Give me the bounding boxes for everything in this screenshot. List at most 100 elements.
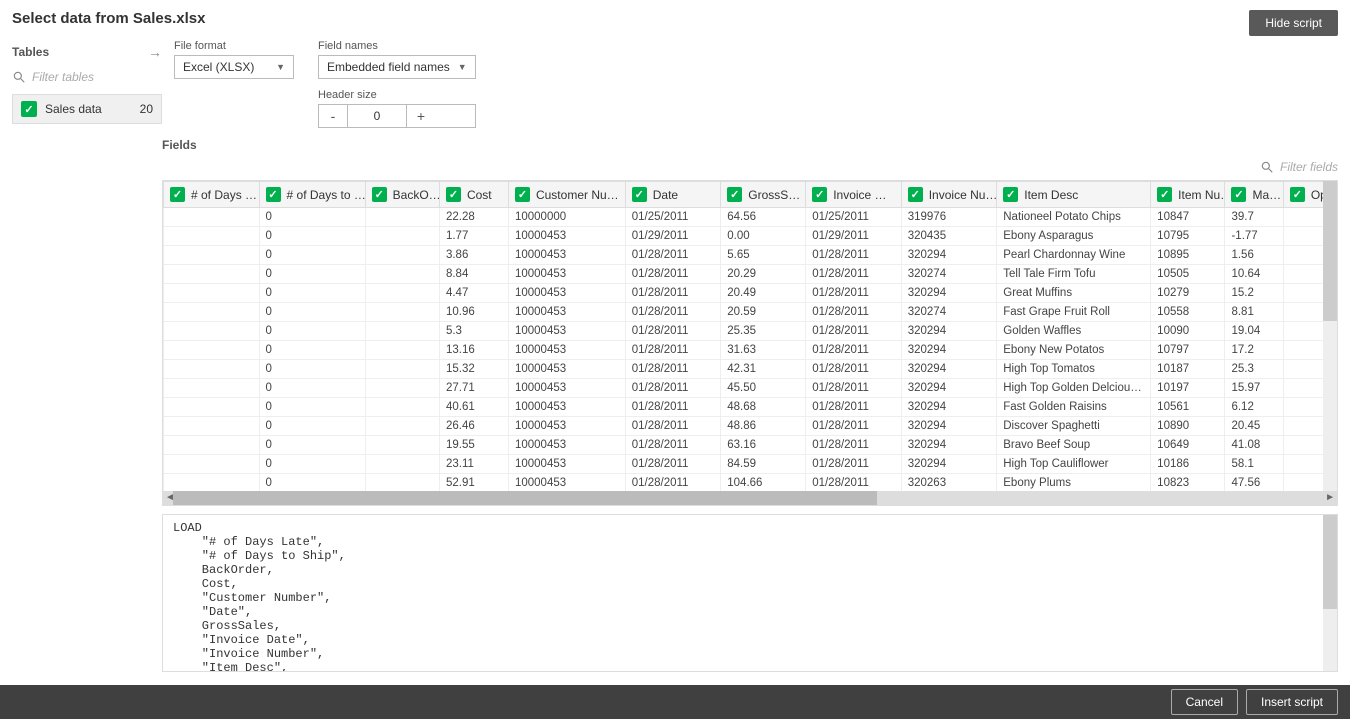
check-icon[interactable] [1290, 187, 1305, 202]
cell: Ebony Asparagus [997, 227, 1151, 246]
filter-tables-input[interactable]: Filter tables [12, 70, 162, 84]
cell: High Top Tomatos [997, 360, 1151, 379]
table-row[interactable]: 04.471000045301/28/201120.4901/28/201132… [164, 284, 1337, 303]
check-icon[interactable] [1157, 187, 1172, 202]
cell: 0.00 [721, 227, 806, 246]
grid-scroll[interactable]: # of Days …# of Days to … BackO…CostCusto… [163, 181, 1337, 491]
field-names-select[interactable]: Embedded field names ▼ [318, 55, 476, 79]
file-format-select[interactable]: Excel (XLSX) ▼ [174, 55, 294, 79]
table-row[interactable]: 013.161000045301/28/201131.6301/28/20113… [164, 341, 1337, 360]
cell: 10000453 [508, 360, 625, 379]
table-row[interactable]: 010.961000045301/28/201120.5901/28/20113… [164, 303, 1337, 322]
column-label: BackO… [393, 188, 440, 202]
script-scrollbar[interactable] [1323, 515, 1337, 671]
check-icon[interactable] [446, 187, 461, 202]
cell: Discover Spaghetti [997, 417, 1151, 436]
cell [365, 360, 439, 379]
table-row[interactable]: 019.551000045301/28/201163.1601/28/20113… [164, 436, 1337, 455]
cell: 01/28/2011 [806, 303, 902, 322]
cell [164, 398, 260, 417]
table-item-sales-data[interactable]: Sales data 20 [12, 94, 162, 124]
cell: 10000453 [508, 246, 625, 265]
cell: 15.97 [1225, 379, 1283, 398]
check-icon[interactable] [1231, 187, 1246, 202]
check-icon[interactable] [1003, 187, 1018, 202]
check-icon[interactable] [632, 187, 647, 202]
check-icon[interactable] [266, 187, 281, 202]
table-row[interactable]: 026.461000045301/28/201148.8601/28/20113… [164, 417, 1337, 436]
cell: 10000453 [508, 341, 625, 360]
cell: 47.56 [1225, 474, 1283, 492]
cell: -1.77 [1225, 227, 1283, 246]
cell: 319976 [901, 208, 997, 227]
cell: 01/28/2011 [806, 360, 902, 379]
check-icon[interactable] [812, 187, 827, 202]
table-row[interactable]: 023.111000045301/28/201184.5901/28/20113… [164, 455, 1337, 474]
horizontal-scrollbar[interactable]: ◄ ► [163, 491, 1337, 505]
filter-fields-input[interactable]: Filter fields [162, 160, 1338, 174]
hide-script-button[interactable]: Hide script [1249, 10, 1338, 36]
cell: 4.47 [439, 284, 508, 303]
table-row[interactable]: 052.911000045301/28/2011104.6601/28/2011… [164, 474, 1337, 492]
stepper-minus[interactable]: - [319, 105, 347, 127]
cell: 01/28/2011 [806, 284, 902, 303]
column-header[interactable]: Item Nu… [1151, 182, 1225, 208]
cancel-button[interactable]: Cancel [1171, 689, 1238, 715]
cell: 10795 [1151, 227, 1225, 246]
column-header[interactable]: # of Days to … [259, 182, 365, 208]
cell: 320294 [901, 436, 997, 455]
cell: 01/28/2011 [806, 322, 902, 341]
column-header[interactable]: BackO… [365, 182, 439, 208]
cell: 40.61 [439, 398, 508, 417]
stepper-plus[interactable]: + [407, 105, 435, 127]
column-header[interactable]: Item Desc [997, 182, 1151, 208]
cell [164, 208, 260, 227]
cell: 320294 [901, 246, 997, 265]
cell: 27.71 [439, 379, 508, 398]
cell: Great Muffins [997, 284, 1151, 303]
column-header[interactable]: GrossS… [721, 182, 806, 208]
column-header[interactable]: Ma… [1225, 182, 1283, 208]
table-row[interactable]: 040.611000045301/28/201148.6801/28/20113… [164, 398, 1337, 417]
cell: 5.3 [439, 322, 508, 341]
column-header[interactable]: Invoice Nu… [901, 182, 997, 208]
cell: 320294 [901, 379, 997, 398]
cell: 01/29/2011 [625, 227, 721, 246]
insert-script-button[interactable]: Insert script [1246, 689, 1338, 715]
cell [164, 436, 260, 455]
cell [365, 398, 439, 417]
check-icon[interactable] [908, 187, 923, 202]
cell: 320274 [901, 303, 997, 322]
table-row[interactable]: 022.281000000001/25/201164.5601/25/20113… [164, 208, 1337, 227]
table-row[interactable]: 027.711000045301/28/201145.5001/28/20113… [164, 379, 1337, 398]
check-icon[interactable] [515, 187, 530, 202]
cell: 5.65 [721, 246, 806, 265]
column-header[interactable]: Cost [439, 182, 508, 208]
column-header[interactable]: # of Days … [164, 182, 260, 208]
script-preview[interactable]: LOAD "# of Days Late", "# of Days to Shi… [162, 514, 1338, 672]
header-size-stepper[interactable]: - 0 + [318, 104, 476, 128]
cell: 0 [259, 341, 365, 360]
table-row[interactable]: 015.321000045301/28/201142.3101/28/20113… [164, 360, 1337, 379]
cell: 10890 [1151, 417, 1225, 436]
cell: Golden Waffles [997, 322, 1151, 341]
cell [365, 417, 439, 436]
check-icon[interactable] [372, 187, 387, 202]
column-header[interactable]: Customer Nu… [508, 182, 625, 208]
cell: 19.55 [439, 436, 508, 455]
table-row[interactable]: 08.841000045301/28/201120.2901/28/201132… [164, 265, 1337, 284]
vertical-scrollbar[interactable] [1323, 181, 1337, 491]
cell: 10895 [1151, 246, 1225, 265]
check-icon[interactable] [727, 187, 742, 202]
table-row[interactable]: 03.861000045301/28/20115.6501/28/2011320… [164, 246, 1337, 265]
cell [365, 284, 439, 303]
caret-down-icon: ▼ [458, 62, 467, 72]
cell: 48.86 [721, 417, 806, 436]
column-header[interactable]: Invoice … [806, 182, 902, 208]
column-header[interactable]: Date [625, 182, 721, 208]
table-item-name: Sales data [45, 102, 102, 116]
check-icon[interactable] [170, 187, 185, 202]
cell: 64.56 [721, 208, 806, 227]
table-row[interactable]: 05.31000045301/28/201125.3501/28/2011320… [164, 322, 1337, 341]
table-row[interactable]: 01.771000045301/29/20110.0001/29/2011320… [164, 227, 1337, 246]
